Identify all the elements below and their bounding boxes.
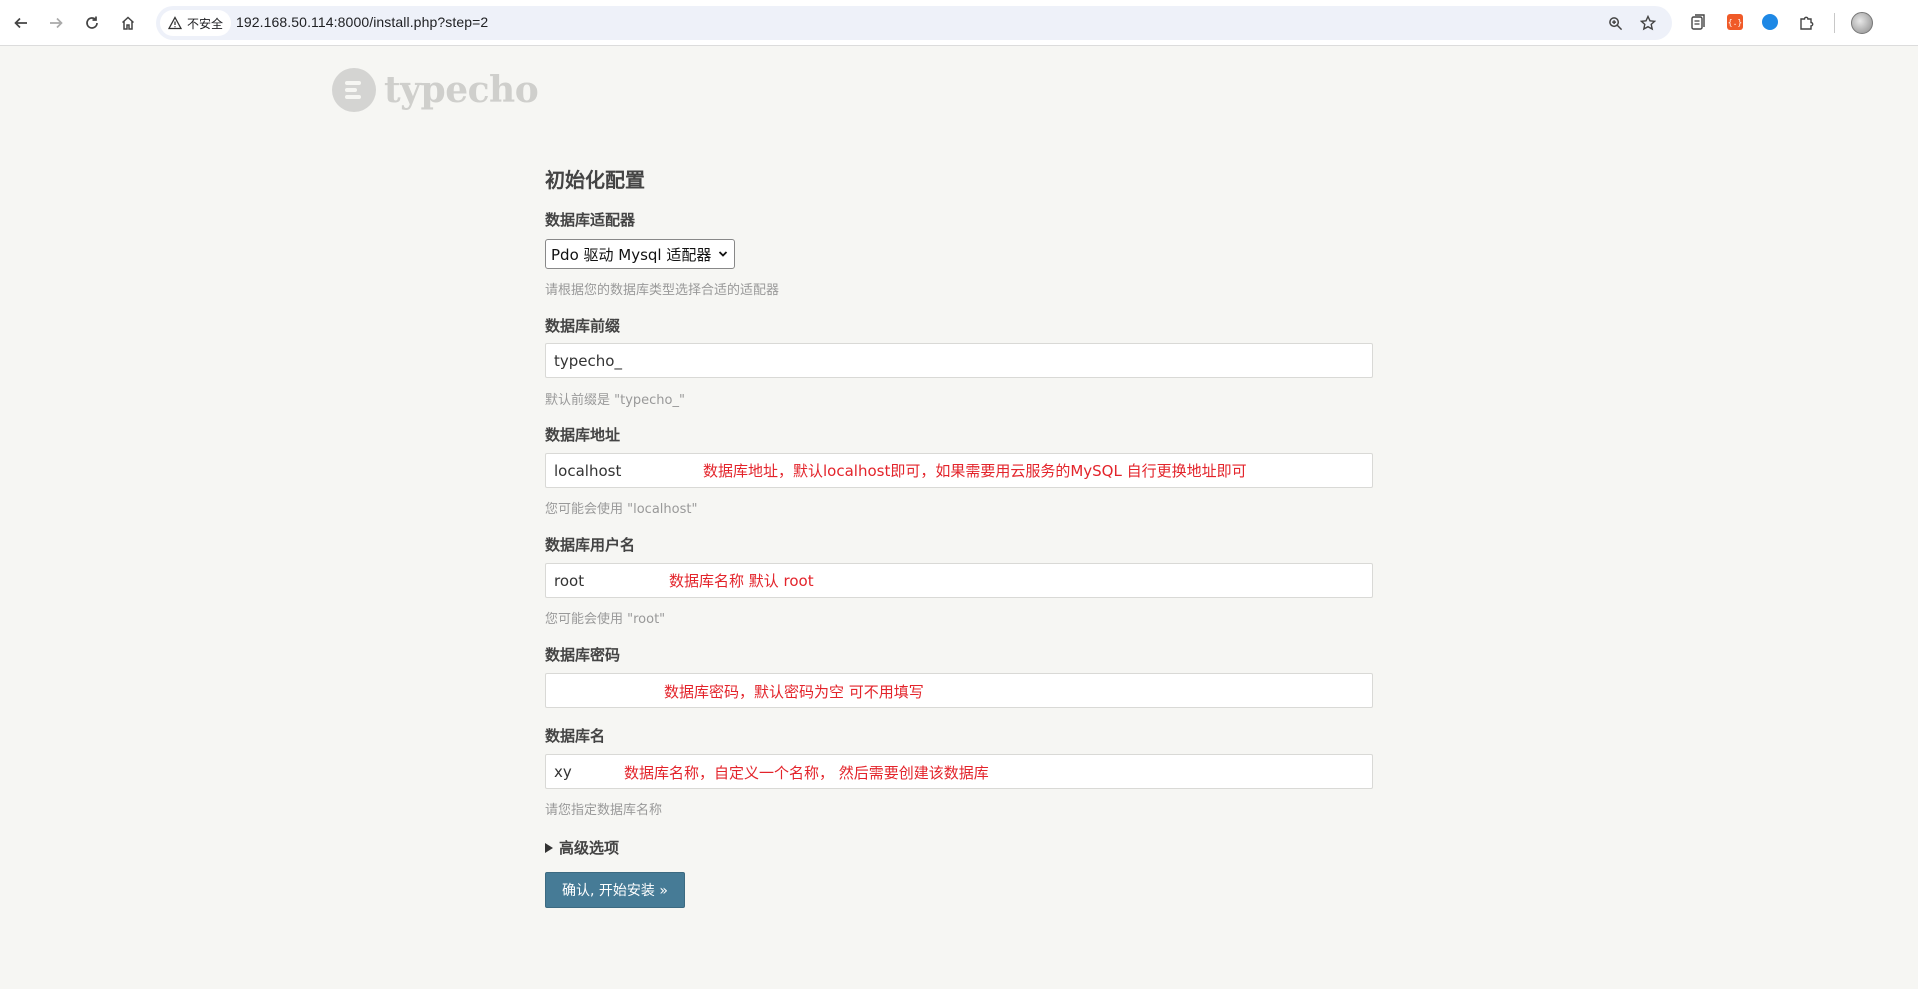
- typecho-logo-icon: [332, 68, 376, 112]
- logo-text: typecho: [384, 69, 539, 111]
- user-label: 数据库用户名: [545, 536, 636, 554]
- address-bar[interactable]: 不安全 192.168.50.114:8000/install.php?step…: [156, 6, 1672, 40]
- adapter-selected: Pdo 驱动 Mysql 适配器: [551, 245, 712, 264]
- advanced-options-toggle[interactable]: 高级选项: [545, 837, 619, 858]
- star-icon[interactable]: [1639, 14, 1657, 32]
- triangle-right-icon: [545, 842, 553, 853]
- reload-icon[interactable]: [80, 11, 104, 35]
- prefix-input[interactable]: typecho_: [545, 343, 1373, 378]
- adapter-select[interactable]: Pdo 驱动 Mysql 适配器: [545, 239, 735, 269]
- dbname-label: 数据库名: [545, 727, 606, 745]
- profile-avatar[interactable]: [1851, 12, 1873, 34]
- chevron-down-icon: [718, 251, 728, 257]
- typecho-logo[interactable]: typecho: [332, 68, 539, 112]
- host-label: 数据库地址: [545, 426, 621, 444]
- forward-icon[interactable]: [44, 11, 68, 35]
- host-description: 您可能会使用 "localhost": [545, 502, 698, 517]
- adapter-description: 请根据您的数据库类型选择合适的适配器: [545, 283, 780, 298]
- dbname-annotation: 数据库名称，自定义一个名称， 然后需要创建该数据库: [624, 764, 989, 782]
- tab-search-icon[interactable]: [1688, 12, 1708, 32]
- extensions-icon[interactable]: [1797, 12, 1817, 32]
- security-label: 不安全: [187, 16, 224, 31]
- home-icon[interactable]: [116, 11, 140, 35]
- url-text[interactable]: 192.168.50.114:8000/install.php?step=2: [236, 14, 488, 30]
- advanced-options-label: 高级选项: [559, 839, 620, 857]
- page-title: 初始化配置: [545, 168, 645, 192]
- password-label: 数据库密码: [545, 646, 621, 664]
- adapter-label: 数据库适配器: [545, 211, 636, 229]
- extension-red-icon[interactable]: {.}: [1725, 12, 1745, 32]
- back-icon[interactable]: [9, 11, 33, 35]
- toolbar-divider: [1834, 13, 1835, 33]
- dbname-description: 请您指定数据库名称: [545, 803, 663, 818]
- start-install-button[interactable]: 确认, 开始安装 »: [545, 872, 685, 908]
- host-annotation: 数据库地址，默认localhost即可，如果需要用云服务的MySQL 自行更换地…: [703, 462, 1247, 480]
- download-icon[interactable]: [1760, 12, 1780, 32]
- warning-icon: [168, 16, 182, 30]
- user-description: 您可能会使用 "root": [545, 612, 666, 627]
- zoom-icon[interactable]: [1606, 14, 1624, 32]
- prefix-description: 默认前缀是 "typecho_": [545, 393, 685, 408]
- user-annotation: 数据库名称 默认 root: [669, 572, 814, 590]
- password-annotation: 数据库密码，默认密码为空 可不用填写: [664, 683, 924, 701]
- browser-toolbar: 不安全 192.168.50.114:8000/install.php?step…: [0, 0, 1918, 46]
- security-chip[interactable]: 不安全: [160, 10, 232, 36]
- prefix-label: 数据库前缀: [545, 317, 621, 335]
